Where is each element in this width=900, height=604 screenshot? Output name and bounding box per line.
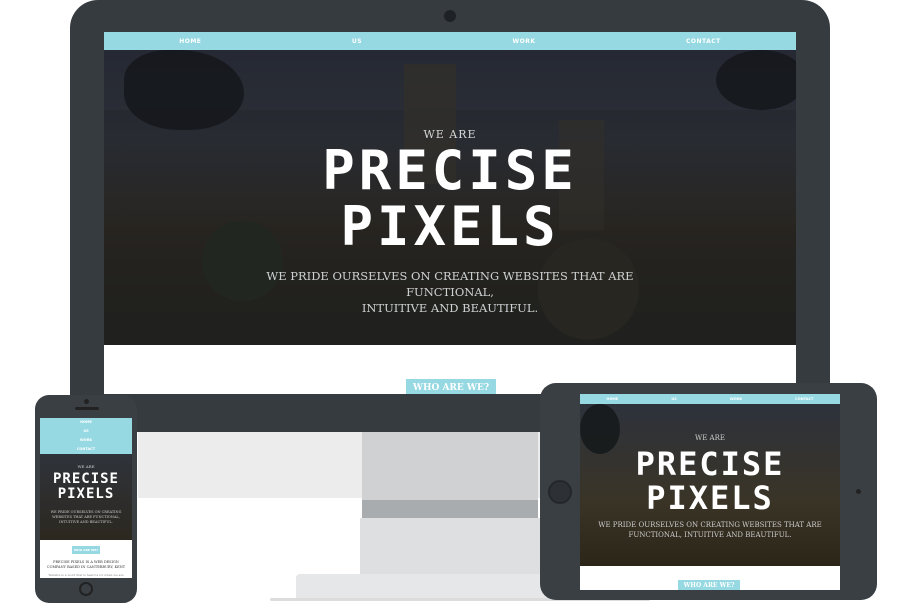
tablet-hero-intro: WE ARE [695, 434, 725, 442]
hero-tagline: WE PRIDE OURSELVES ON CREATING WEBSITES … [224, 268, 676, 316]
nav-home-link[interactable]: HOME [179, 38, 201, 45]
hero-tagline-line2: INTUITIVE AND BEAUTIFUL. [361, 301, 539, 315]
phone-about-subtext: Website is a word that is heard a lot wh… [48, 573, 124, 577]
desktop-screen: HOME US WORK CONTACT WE ARE PRECISE PIXE… [104, 32, 796, 394]
phone-home-button [79, 582, 93, 596]
desktop-nav: HOME US WORK CONTACT [104, 32, 796, 50]
phone-camera-icon [84, 399, 89, 404]
tablet-camera-icon [856, 489, 861, 494]
phone-hero-intro: WE ARE [77, 464, 95, 469]
phone-nav: HOME US WORK CONTACT [40, 418, 132, 454]
webcam-icon [444, 10, 456, 22]
phone-hero-title-line1: PRECISE [52, 471, 119, 487]
phone-nav-home[interactable]: HOME [40, 420, 132, 424]
tablet-nav: HOME US WORK CONTACT [580, 394, 840, 404]
tablet-home-button [548, 480, 572, 504]
phone-nav-us[interactable]: US [40, 429, 132, 433]
phone-screen: HOME US WORK CONTACT WE ARE PRECISE PIXE… [40, 418, 132, 578]
tablet-nav-contact[interactable]: CONTACT [795, 397, 813, 401]
hero-title-line2: PIXELS [340, 195, 560, 258]
phone-hero: WE ARE PRECISE PIXELS WE PRIDE OURSELVES… [40, 454, 132, 540]
who-are-we-button[interactable]: WHO ARE WE? [406, 379, 496, 394]
tablet-nav-work[interactable]: WORK [730, 397, 742, 401]
hero-tagline-line1: WE PRIDE OURSELVES ON CREATING WEBSITES … [266, 269, 634, 299]
hero-title-line1: PRECISE [322, 139, 578, 202]
monitor-stand-shadow [362, 500, 538, 518]
tablet-nav-home[interactable]: HOME [607, 397, 619, 401]
tablet-who-are-we-button[interactable]: WHO ARE WE? [678, 580, 740, 590]
phone-who-are-we-button[interactable]: WHO ARE WE? [72, 546, 100, 554]
tablet-hero-title-line2: PIXELS [646, 479, 774, 517]
nav-contact-link[interactable]: CONTACT [686, 38, 721, 45]
phone-hero-tagline: WE PRIDE OURSELVES ON CREATING WEBSITES … [50, 510, 122, 524]
phone-speaker [75, 407, 99, 410]
phone-nav-contact[interactable]: CONTACT [40, 447, 132, 451]
tablet-screen: HOME US WORK CONTACT WE ARE PRECISE PIXE… [580, 394, 840, 590]
phone-nav-work[interactable]: WORK [40, 438, 132, 442]
hero-banner: WE ARE PRECISE PIXELS WE PRIDE OURSELVES… [104, 50, 796, 345]
tablet-tagline-line1: WE PRIDE OURSELVES ON CREATING WEBSITES … [598, 521, 822, 529]
tablet-foliage [580, 404, 620, 454]
phone-about-text: PRECISE PIXELS IS A WEB DESIGN COMPANY B… [46, 560, 126, 569]
nav-us-link[interactable]: US [352, 38, 362, 45]
tablet-hero-title-line1: PRECISE [635, 445, 785, 483]
tablet-tagline-line2: FUNCTIONAL, INTUITIVE AND BEAUTIFUL. [628, 531, 792, 539]
phone-hero-title-line2: PIXELS [57, 486, 115, 502]
tablet-hero: WE ARE PRECISE PIXELS WE PRIDE OURSELVES… [580, 404, 840, 566]
monitor-stand-neck [362, 432, 538, 502]
tablet-hero-tagline: WE PRIDE OURSELVES ON CREATING WEBSITES … [590, 520, 830, 540]
tablet-nav-us[interactable]: US [671, 397, 676, 401]
nav-work-link[interactable]: WORK [513, 38, 536, 45]
monitor-stand-base [360, 518, 540, 574]
